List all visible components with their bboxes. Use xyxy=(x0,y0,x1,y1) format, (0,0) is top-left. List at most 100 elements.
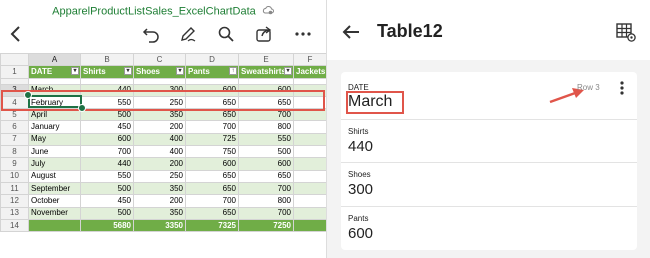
cell[interactable] xyxy=(28,218,81,233)
cell[interactable] xyxy=(293,83,326,97)
cell[interactable] xyxy=(293,108,326,122)
field-value[interactable]: 600 xyxy=(348,225,373,242)
row-number[interactable]: 7 xyxy=(0,132,29,147)
cell[interactable]: 600 xyxy=(238,83,294,97)
cell[interactable]: 550 xyxy=(80,169,134,183)
date-field[interactable]: DATE March Row 3 xyxy=(341,72,637,120)
cell[interactable]: 700 xyxy=(185,194,239,208)
cell[interactable]: 550 xyxy=(80,95,134,110)
cell[interactable] xyxy=(293,181,326,196)
cell[interactable] xyxy=(293,218,326,233)
cell[interactable]: 200 xyxy=(133,120,186,134)
row-number[interactable]: 8 xyxy=(0,145,29,159)
row-number[interactable]: 10 xyxy=(0,169,29,183)
sort-filter-icon[interactable]: ↑ xyxy=(229,67,237,76)
cell[interactable] xyxy=(293,132,326,147)
cell[interactable]: 650 xyxy=(185,181,239,196)
cell[interactable]: 5680 xyxy=(80,218,134,233)
cell[interactable]: 800 xyxy=(238,120,294,134)
cell[interactable] xyxy=(293,95,326,110)
cell[interactable]: 350 xyxy=(133,181,186,196)
cell[interactable]: 450 xyxy=(80,120,134,134)
column-header[interactable]: E xyxy=(238,52,294,67)
row-number[interactable]: 11 xyxy=(0,181,29,196)
cell[interactable] xyxy=(293,194,326,208)
selection-handle[interactable] xyxy=(24,91,32,99)
cell[interactable]: September xyxy=(28,181,81,196)
cell[interactable]: 725 xyxy=(185,132,239,147)
row-number[interactable]: 9 xyxy=(0,157,29,171)
cell[interactable]: 200 xyxy=(133,194,186,208)
cell[interactable]: 650 xyxy=(238,169,294,183)
cell[interactable]: October xyxy=(28,194,81,208)
column-header[interactable]: B xyxy=(80,52,134,67)
cell[interactable] xyxy=(293,169,326,183)
cell[interactable]: 700 xyxy=(238,181,294,196)
cell[interactable] xyxy=(293,145,326,159)
share-icon[interactable] xyxy=(253,23,275,45)
cell[interactable]: July xyxy=(28,157,81,171)
cell[interactable] xyxy=(293,120,326,134)
column-header[interactable]: A xyxy=(28,52,81,67)
cell[interactable]: August xyxy=(28,169,81,183)
pants-field[interactable]: Pants 600 xyxy=(341,207,637,250)
shoes-field[interactable]: Shoes 300 xyxy=(341,163,637,207)
table-header-cell[interactable]: Jackets xyxy=(293,65,326,79)
table-header-cell[interactable]: Shirts ▾ xyxy=(80,65,134,79)
cell[interactable]: 500 xyxy=(80,108,134,122)
table-header-cell[interactable]: Pants ↑ xyxy=(185,65,239,79)
cell[interactable]: March xyxy=(28,83,81,97)
field-value[interactable]: 300 xyxy=(348,181,373,198)
table-header-cell[interactable]: DATE ▾ xyxy=(28,65,81,79)
cell[interactable]: 500 xyxy=(80,181,134,196)
back-chevron-icon[interactable] xyxy=(5,23,27,45)
selection-handle[interactable] xyxy=(78,104,86,112)
cell[interactable]: 600 xyxy=(185,83,239,97)
filter-dropdown-icon[interactable]: ▾ xyxy=(176,67,184,76)
cell[interactable]: 3350 xyxy=(133,218,186,233)
row-number[interactable]: 12 xyxy=(0,194,29,208)
cell[interactable]: 350 xyxy=(133,206,186,220)
row-number[interactable]: 14 xyxy=(0,218,29,233)
search-icon[interactable] xyxy=(215,23,237,45)
cell[interactable]: 650 xyxy=(185,169,239,183)
more-options-icon[interactable] xyxy=(617,80,627,96)
cell[interactable]: November xyxy=(28,206,81,220)
undo-icon[interactable] xyxy=(140,23,162,45)
column-header[interactable]: D xyxy=(185,52,239,67)
corner-cell[interactable] xyxy=(0,52,29,67)
cell[interactable]: 650 xyxy=(185,108,239,122)
table-settings-icon[interactable] xyxy=(615,21,637,43)
cell[interactable]: 250 xyxy=(133,95,186,110)
cell[interactable]: 250 xyxy=(133,169,186,183)
cell[interactable]: 200 xyxy=(133,157,186,171)
cell[interactable] xyxy=(293,157,326,171)
cell[interactable]: 500 xyxy=(80,206,134,220)
cell[interactable]: 600 xyxy=(238,157,294,171)
cell[interactable]: 400 xyxy=(133,132,186,147)
cell[interactable]: 700 xyxy=(185,120,239,134)
column-header[interactable]: C xyxy=(133,52,186,67)
row-number[interactable]: 6 xyxy=(0,120,29,134)
cell[interactable]: 600 xyxy=(185,157,239,171)
cell[interactable]: January xyxy=(28,120,81,134)
cell[interactable]: 700 xyxy=(80,145,134,159)
cell[interactable]: 750 xyxy=(185,145,239,159)
cell[interactable]: 800 xyxy=(238,194,294,208)
cell[interactable]: 450 xyxy=(80,194,134,208)
cell[interactable]: June xyxy=(28,145,81,159)
cell[interactable]: 500 xyxy=(238,145,294,159)
cell[interactable]: 400 xyxy=(133,145,186,159)
column-header[interactable]: F xyxy=(293,52,326,67)
field-value[interactable]: 440 xyxy=(348,138,373,155)
row-number[interactable]: 4 xyxy=(0,95,29,110)
draw-pen-icon[interactable] xyxy=(177,23,199,45)
filter-dropdown-icon[interactable]: ▾ xyxy=(71,67,79,76)
cell[interactable]: 700 xyxy=(238,108,294,122)
shirts-field[interactable]: Shirts 440 xyxy=(341,120,637,163)
table-header-cell[interactable]: Shoes ▾ xyxy=(133,65,186,79)
row-number[interactable]: 13 xyxy=(0,206,29,220)
cell[interactable]: February xyxy=(28,95,81,110)
cell[interactable]: 440 xyxy=(80,157,134,171)
filter-dropdown-icon[interactable]: ▾ xyxy=(124,67,132,76)
